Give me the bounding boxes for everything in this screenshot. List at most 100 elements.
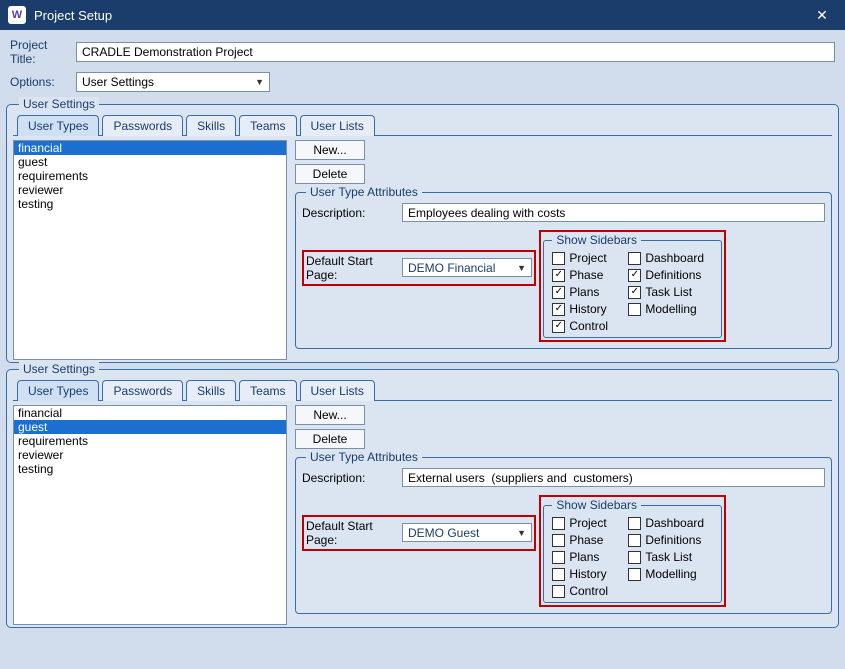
chevron-down-icon: ▼ <box>517 263 526 273</box>
tab-teams[interactable]: Teams <box>239 115 296 136</box>
default-start-page-select-1[interactable]: DEMO Financial ▼ <box>402 258 532 277</box>
chevron-down-icon: ▼ <box>517 528 526 538</box>
checkbox-phase[interactable]: Phase <box>552 533 626 547</box>
checkbox-icon <box>552 585 565 598</box>
checkbox-icon <box>552 320 565 333</box>
list-item[interactable]: reviewer <box>14 448 286 462</box>
checkbox-history[interactable]: History <box>552 302 626 316</box>
window-titlebar: W Project Setup ✕ <box>0 0 845 30</box>
show-sidebars-group-1: Show Sidebars Project Dashboard Phase De… <box>543 240 722 338</box>
checkbox-plans[interactable]: Plans <box>552 550 626 564</box>
list-item[interactable]: financial <box>14 406 286 420</box>
show-sidebars-highlight-2: Show Sidebars Project Dashboard Phase De… <box>539 495 726 607</box>
new-button[interactable]: New... <box>295 140 365 160</box>
user-settings-legend: User Settings <box>19 97 99 111</box>
checkbox-icon <box>552 551 565 564</box>
list-item[interactable]: guest <box>14 155 286 169</box>
project-title-label: Project Title: <box>10 38 76 66</box>
user-type-listbox-1[interactable]: financial guest requirements reviewer te… <box>13 140 287 360</box>
checkbox-task-list[interactable]: Task List <box>628 285 713 299</box>
list-item[interactable]: testing <box>14 462 286 476</box>
delete-button[interactable]: Delete <box>295 164 365 184</box>
list-item[interactable]: testing <box>14 197 286 211</box>
chevron-down-icon: ▼ <box>255 77 264 87</box>
show-sidebars-legend: Show Sidebars <box>552 498 641 512</box>
default-start-page-highlight-1: Default Start Page: DEMO Financial ▼ <box>302 250 536 286</box>
options-select[interactable]: User Settings ▼ <box>76 72 270 92</box>
list-item[interactable]: requirements <box>14 434 286 448</box>
options-select-value: User Settings <box>82 75 154 89</box>
window-title: Project Setup <box>34 8 807 23</box>
default-start-page-select-2[interactable]: DEMO Guest ▼ <box>402 523 532 542</box>
list-item[interactable]: guest <box>14 420 286 434</box>
tab-teams[interactable]: Teams <box>239 380 296 401</box>
checkbox-plans[interactable]: Plans <box>552 285 626 299</box>
description-label: Description: <box>302 206 402 220</box>
checkbox-control[interactable]: Control <box>552 319 626 333</box>
user-type-attributes-legend: User Type Attributes <box>306 185 422 199</box>
default-start-page-label: Default Start Page: <box>306 254 402 282</box>
checkbox-icon <box>552 568 565 581</box>
checkbox-icon <box>628 286 641 299</box>
checkbox-modelling[interactable]: Modelling <box>628 302 713 316</box>
tabstrip-2: User Types Passwords Skills Teams User L… <box>13 380 832 401</box>
checkbox-modelling[interactable]: Modelling <box>628 567 713 581</box>
tab-passwords[interactable]: Passwords <box>102 380 183 401</box>
tab-skills[interactable]: Skills <box>186 380 236 401</box>
checkbox-definitions[interactable]: Definitions <box>628 533 713 547</box>
default-start-page-highlight-2: Default Start Page: DEMO Guest ▼ <box>302 515 536 551</box>
checkbox-icon <box>552 269 565 282</box>
user-type-attributes-legend: User Type Attributes <box>306 450 422 464</box>
checkbox-icon <box>628 303 641 316</box>
checkbox-icon <box>552 286 565 299</box>
default-start-page-value: DEMO Financial <box>408 261 495 275</box>
checkbox-control[interactable]: Control <box>552 584 626 598</box>
delete-button[interactable]: Delete <box>295 429 365 449</box>
checkbox-icon <box>628 252 641 265</box>
project-title-input[interactable] <box>76 42 835 62</box>
description-label: Description: <box>302 471 402 485</box>
checkbox-icon <box>628 568 641 581</box>
checkbox-icon <box>628 534 641 547</box>
checkbox-history[interactable]: History <box>552 567 626 581</box>
app-icon: W <box>8 6 26 24</box>
user-type-attributes-group-1: User Type Attributes Description: Defaul… <box>295 192 832 349</box>
checkbox-dashboard[interactable]: Dashboard <box>628 516 713 530</box>
list-item[interactable]: reviewer <box>14 183 286 197</box>
new-button[interactable]: New... <box>295 405 365 425</box>
checkbox-task-list[interactable]: Task List <box>628 550 713 564</box>
tab-user-types[interactable]: User Types <box>17 380 99 401</box>
checkbox-icon <box>628 517 641 530</box>
checkbox-icon <box>628 269 641 282</box>
tabstrip-1: User Types Passwords Skills Teams User L… <box>13 115 832 136</box>
close-icon[interactable]: ✕ <box>807 0 837 30</box>
user-settings-group-2: User Settings User Types Passwords Skill… <box>6 369 839 628</box>
description-input-2[interactable] <box>402 468 825 487</box>
user-type-listbox-2[interactable]: financial guest requirements reviewer te… <box>13 405 287 625</box>
checkbox-icon <box>552 252 565 265</box>
checkbox-dashboard[interactable]: Dashboard <box>628 251 713 265</box>
tab-user-lists[interactable]: User Lists <box>300 115 375 136</box>
tab-skills[interactable]: Skills <box>186 115 236 136</box>
options-label: Options: <box>10 75 76 89</box>
checkbox-project[interactable]: Project <box>552 516 626 530</box>
user-settings-group-1: User Settings User Types Passwords Skill… <box>6 104 839 363</box>
tab-user-lists[interactable]: User Lists <box>300 380 375 401</box>
list-item[interactable]: requirements <box>14 169 286 183</box>
user-type-attributes-group-2: User Type Attributes Description: Defaul… <box>295 457 832 614</box>
description-input-1[interactable] <box>402 203 825 222</box>
checkbox-icon <box>552 517 565 530</box>
default-start-page-label: Default Start Page: <box>306 519 402 547</box>
checkbox-icon <box>552 534 565 547</box>
checkbox-phase[interactable]: Phase <box>552 268 626 282</box>
show-sidebars-highlight-1: Show Sidebars Project Dashboard Phase De… <box>539 230 726 342</box>
form-header: Project Title: Options: User Settings ▼ <box>0 30 845 104</box>
list-item[interactable]: financial <box>14 141 286 155</box>
checkbox-project[interactable]: Project <box>552 251 626 265</box>
checkbox-definitions[interactable]: Definitions <box>628 268 713 282</box>
user-settings-legend: User Settings <box>19 362 99 376</box>
checkbox-icon <box>552 303 565 316</box>
tab-user-types[interactable]: User Types <box>17 115 99 136</box>
tab-passwords[interactable]: Passwords <box>102 115 183 136</box>
default-start-page-value: DEMO Guest <box>408 526 479 540</box>
